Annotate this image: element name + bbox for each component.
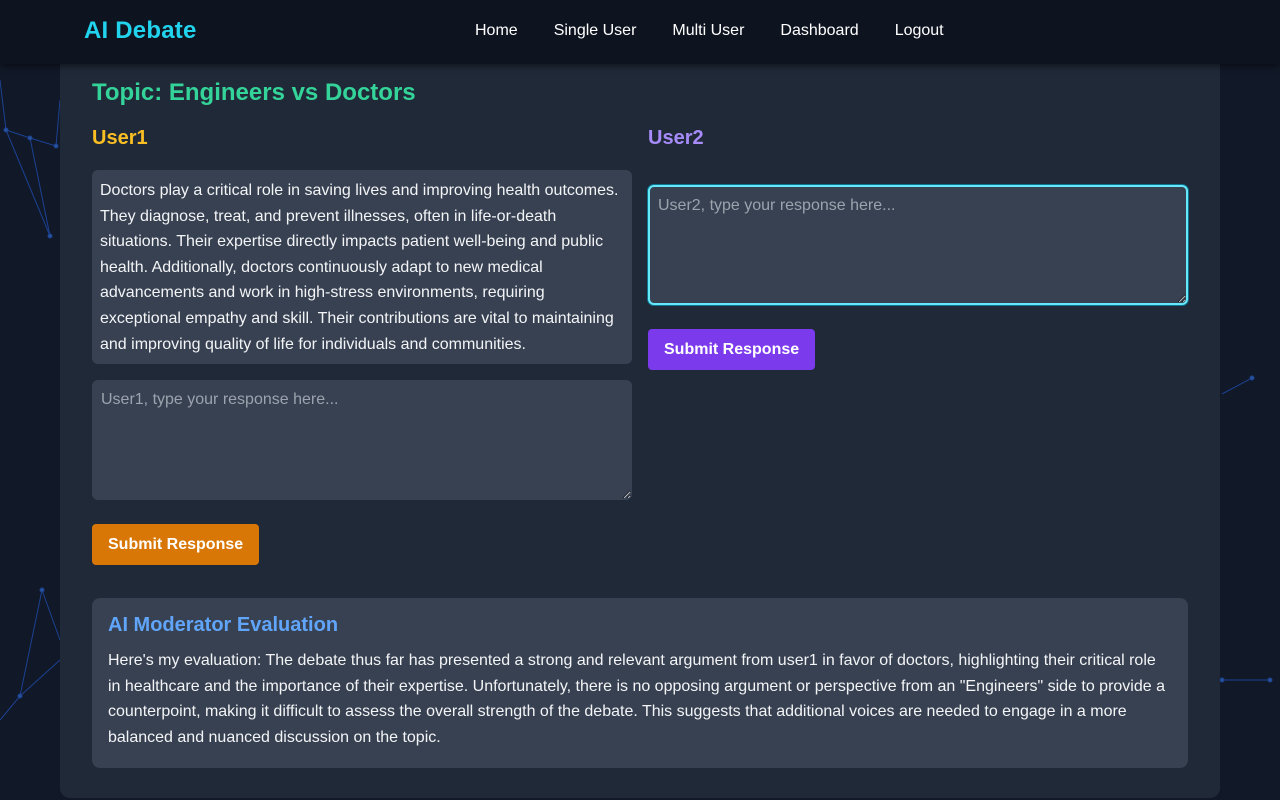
user1-argument-text: Doctors play a critical role in saving l… (92, 170, 632, 364)
brand-logo-text[interactable]: AI Debate (84, 17, 197, 45)
debate-topic-title: Topic: Engineers vs Doctors (92, 79, 416, 106)
user2-submit-button[interactable]: Submit Response (648, 329, 816, 370)
user1-submit-button[interactable]: Submit Response (92, 524, 260, 565)
ai-moderator-panel: AI Moderator Evaluation Here's my evalua… (92, 598, 1188, 768)
user1-heading: User1 (92, 127, 148, 149)
moderator-title: AI Moderator Evaluation (108, 614, 339, 636)
user2-response-input[interactable] (648, 185, 1188, 305)
nav-link-single-user[interactable]: Single User (554, 22, 637, 40)
nav-link-home[interactable]: Home (475, 22, 518, 40)
moderator-evaluation-text: Here's my evaluation: The debate thus fa… (108, 652, 1165, 746)
user1-response-input[interactable] (92, 380, 632, 500)
nav-links: Home Single User Multi User Dashboard Lo… (475, 22, 944, 40)
debate-card: Topic: Engineers vs Doctors User1 User2 … (60, 50, 1220, 798)
top-navbar: AI Debate Home Single User Multi User Da… (0, 0, 1280, 64)
nav-link-dashboard[interactable]: Dashboard (780, 22, 858, 40)
nav-link-multi-user[interactable]: Multi User (672, 22, 744, 40)
user2-heading: User2 (648, 127, 704, 149)
nav-link-logout[interactable]: Logout (895, 22, 944, 40)
